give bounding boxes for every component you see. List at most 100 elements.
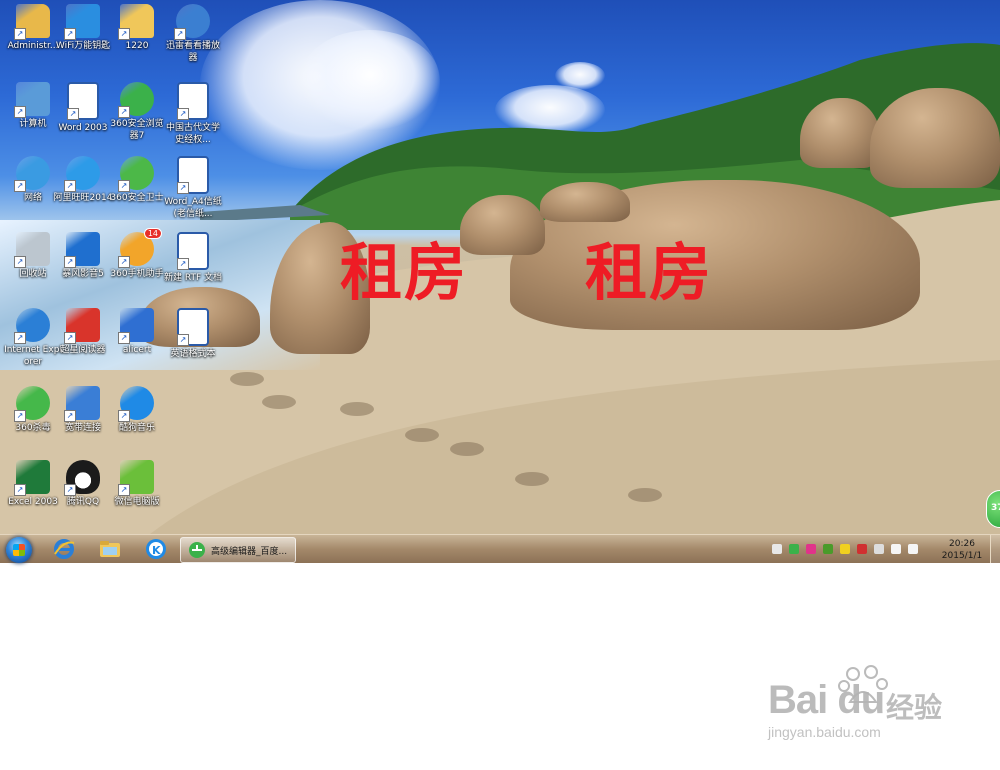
shortcut-arrow-icon: ↗ [64,484,76,496]
shortcut-arrow-icon: ↗ [177,258,189,270]
shortcut-arrow-icon: ↗ [177,182,189,194]
shortcut-arrow-icon: ↗ [67,108,79,120]
chaoxing-reader-icon: ↗ [64,308,100,344]
computer-icon: ↗ [14,82,50,118]
shortcut-arrow-icon: ↗ [118,484,130,496]
show-desktop-button[interactable] [990,535,1000,563]
shortcut-arrow-icon: ↗ [64,410,76,422]
desktop-icon[interactable]: ↗ 360安全浏览器7 [106,82,168,142]
shortcut-arrow-icon: ↗ [14,410,26,422]
folder-icon: ↗ [118,4,154,40]
svg-text:K: K [152,544,161,557]
nvidia-icon[interactable] [823,544,833,554]
ie-icon: ↗ [14,308,50,344]
clock-time: 20:26 [949,539,975,549]
desktop-icon-label: 1220 [125,41,149,51]
shortcut-arrow-icon: ↗ [118,256,130,268]
windows-logo-icon [13,544,25,556]
shortcut-arrow-icon: ↗ [14,106,26,118]
360-safe-icon: ↗ [118,156,154,192]
desktop-icon[interactable]: ↗ 阿里旺旺2014 [52,156,114,204]
desktop-icon[interactable]: ↗ WiFi万能钥匙 [52,4,114,52]
desktop-icon[interactable]: ↗ 14 360手机助手 [106,228,168,280]
broadband-icon: ↗ [64,386,100,422]
360-browser-icon: ↗ [118,82,154,118]
taskbar-pin-explorer[interactable] [98,538,122,560]
wallpaper-rock [800,98,880,168]
desktop-icon[interactable]: ↗ 微信电脑版 [106,460,168,508]
shortcut-arrow-icon: ↗ [14,256,26,268]
taskbar-clock[interactable]: 20:26 2015/1/1 [940,538,984,562]
shortcut-arrow-icon: ↗ [14,332,26,344]
wallpaper-rock [460,195,545,255]
overlay-rent-text-left: 租房 [340,236,469,309]
footprint [450,442,484,456]
shortcut-arrow-icon: ↗ [118,106,130,118]
desktop-icon-label: 腾讯QQ [66,497,100,507]
baidu-jingyan-watermark: Bai du 经验 jingyan.baidu.com [768,664,958,750]
desktop-icon[interactable]: ↗ 酷狗音乐 [106,386,168,434]
shortcut-arrow-icon: ↗ [174,28,186,40]
desktop-icon[interactable]: ↗ Word_A4信纸(老信纸... [162,156,224,220]
shortcut-arrow-icon: ↗ [14,28,26,40]
desktop-icon[interactable]: ↗ 1220 [106,4,168,52]
taskbar-task-browser[interactable]: 高级编辑器_百度... [180,537,296,563]
explorer-icon [100,541,120,557]
desktop-wallpaper[interactable]: 租房 租房 ↗ Administr... ↗ 计算机 ↗ 网络 ↗ 回收站 ↗ Internet … [0,0,1000,534]
desktop-icon[interactable]: ↗ 超星阅读器 [52,308,114,356]
shortcut-arrow-icon: ↗ [14,484,26,496]
desktop-icon-label: 宽带连接 [64,423,101,433]
volume-icon[interactable] [908,544,918,554]
desktop-icon[interactable]: ↗ 英语格式本 [162,308,224,360]
baofeng-icon: ↗ [64,232,100,268]
360-phone-icon: ↗ 14 [118,228,162,268]
shortcut-arrow-icon: ↗ [14,180,26,192]
desktop-icon[interactable]: ↗ alicert [106,308,168,356]
desktop-icon[interactable]: ↗ Word 2003 [52,82,114,134]
word-doc-icon: ↗ [177,232,209,270]
desktop-icon-label: 微信电脑版 [114,497,160,507]
shortcut-arrow-icon: ↗ [118,28,130,40]
desktop-icon[interactable]: ↗ 宽带连接 [52,386,114,434]
overlay-rent-text-right: 租房 [585,236,714,309]
shortcut-arrow-icon: ↗ [64,332,76,344]
start-button[interactable] [6,537,32,563]
desktop-icon-label: 暴风影音5 [62,269,104,279]
signal-icon[interactable] [891,544,901,554]
flag-icon[interactable] [857,544,867,554]
security-icon[interactable] [806,544,816,554]
taskbar-pin-kugou[interactable]: K [144,538,168,560]
footprint [230,372,264,386]
desktop-icon-label: 360安全浏览器7 [110,119,164,141]
desktop-icon-label: Word_A4信纸(老信纸... [164,197,222,219]
notification-badge: 14 [143,228,162,239]
desktop-icon[interactable]: ↗ 360安全卫士 [106,156,168,204]
shield-icon: ↗ [118,308,154,344]
word-icon: ↗ [67,82,99,120]
keyboard-icon[interactable] [772,544,782,554]
desktop-icon-label: 360手机助手 [110,269,164,279]
360-browser-icon [189,542,205,558]
word-doc-icon: ↗ [177,156,209,194]
desktop-icon[interactable]: ↗ 暴风影音5 [52,232,114,280]
desktop-icon[interactable]: ↗ 迅雷看看播放器 [162,4,224,64]
watermark-logo-text: Bai du [768,678,885,722]
desktop-icon[interactable]: ↗ 腾讯QQ [52,460,114,508]
watermark-cn-text: 经验 [886,691,943,724]
desktop-icon-label: 酷狗音乐 [118,423,155,433]
xunlei-player-icon: ↗ [174,4,210,40]
desktop-icon[interactable]: ↗ 中国古代文学史经权... [162,82,224,146]
clock-date: 2015/1/1 [941,551,983,561]
desktop-icon-label: 中国古代文学史经权... [165,123,220,145]
desktop-icon[interactable]: ↗ 新建 RTF 文档 [162,232,224,284]
shortcut-arrow-icon: ↗ [118,180,130,192]
360-safe-icon[interactable] [840,544,850,554]
shortcut-arrow-icon: ↗ [64,180,76,192]
battery-icon[interactable] [874,544,884,554]
floating-speed-ball[interactable]: 37 [986,490,1000,528]
desktop-icon-label: 英语格式本 [170,349,216,359]
360-shield-icon[interactable] [789,544,799,554]
ie-icon [54,539,75,559]
word-doc-icon: ↗ [177,82,209,120]
taskbar-pin-ie[interactable] [52,538,76,560]
